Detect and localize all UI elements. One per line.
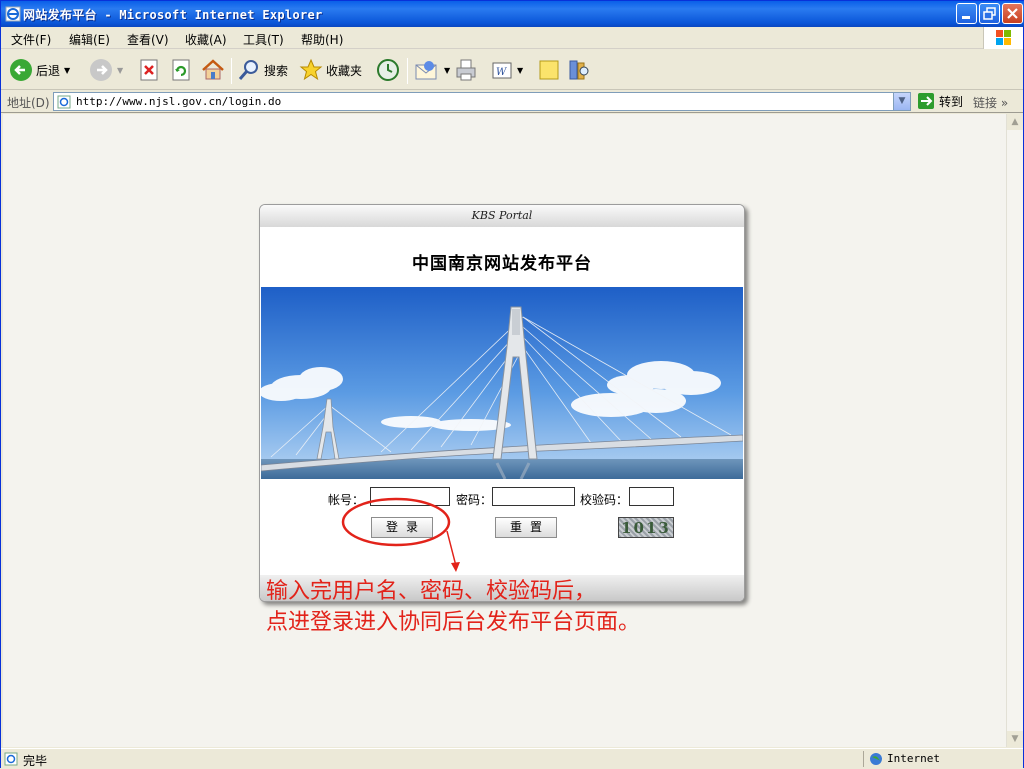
edit-dropdown-icon[interactable]: ▼	[517, 66, 523, 75]
forward-button[interactable]: ▼	[89, 56, 123, 84]
discuss-button[interactable]	[537, 56, 561, 84]
page-icon	[57, 95, 71, 109]
mail-button[interactable]: ▼	[414, 56, 450, 84]
favorites-label: 收藏夹	[326, 63, 363, 78]
windows-logo	[983, 27, 1023, 49]
forward-dropdown-icon[interactable]: ▼	[117, 66, 123, 75]
captcha-image[interactable]: 1013	[618, 517, 674, 538]
status-divider	[863, 751, 864, 767]
refresh-button[interactable]	[170, 56, 192, 84]
bridge-illustration	[261, 287, 743, 479]
menu-file[interactable]: 文件(F)	[11, 31, 51, 48]
password-input[interactable]	[492, 487, 575, 506]
printer-icon	[456, 59, 476, 81]
title-bar[interactable]: 网站发布平台 - Microsoft Internet Explorer	[1, 1, 1024, 27]
history-button[interactable]	[375, 56, 401, 84]
go-label: 转到	[939, 94, 964, 109]
ie-icon	[5, 6, 21, 22]
edit-word-button[interactable]: W ▼	[491, 56, 523, 84]
close-icon	[1007, 8, 1018, 19]
restore-button[interactable]	[979, 3, 1000, 24]
standard-toolbar: 后退 ▼ ▼ 搜索 收藏夹 ▼ W ▼	[1, 50, 1023, 90]
home-button[interactable]	[201, 56, 225, 84]
browser-window: 网站发布平台 - Microsoft Internet Explorer 文件(…	[0, 0, 1024, 768]
forward-arrow-icon	[90, 59, 112, 81]
captcha-input[interactable]	[629, 487, 674, 506]
windows-flag-icon	[996, 30, 1011, 45]
links-label: 链接	[973, 96, 998, 110]
minimize-icon	[962, 16, 970, 19]
page-done-icon	[4, 752, 18, 766]
toolbar-separator	[407, 58, 408, 84]
account-input[interactable]	[370, 487, 450, 506]
address-bar: 地址(D) http://www.njsl.gov.cn/login.do ▼ …	[1, 91, 1023, 113]
restore-icon	[983, 7, 996, 20]
stop-button[interactable]	[138, 56, 160, 84]
status-bar: 完毕 Internet	[1, 748, 1023, 768]
window-title: 网站发布平台 - Microsoft Internet Explorer	[23, 8, 323, 22]
search-label: 搜索	[264, 63, 289, 78]
history-icon	[377, 59, 399, 81]
captcha-label: 校验码：	[580, 493, 629, 507]
security-zone-label: Internet	[887, 752, 940, 765]
search-icon	[238, 60, 258, 80]
note-icon	[539, 60, 559, 80]
scroll-up-icon[interactable]: ▲	[1007, 114, 1023, 130]
menu-help[interactable]: 帮助(H)	[301, 31, 343, 48]
annotation-text: 输入完用户名、密码、校验码后， 点进登录进入协同后台发布平台页面。	[266, 576, 640, 638]
stop-icon	[140, 59, 158, 81]
address-label: 地址(D)	[7, 96, 50, 110]
annotation-line-1: 输入完用户名、密码、校验码后，	[266, 579, 597, 604]
internet-globe-icon	[870, 753, 882, 765]
favorites-star-icon	[299, 58, 323, 81]
favorites-button[interactable]: 收藏夹	[299, 56, 362, 84]
refresh-icon	[172, 59, 190, 81]
toolbar-separator	[231, 58, 232, 84]
address-dropdown-icon[interactable]: ▼	[893, 93, 910, 110]
research-button[interactable]	[567, 56, 591, 84]
login-panel: KBS Portal 中国南京网站发布平台 帐号： 密码： 校验码： 登录 重置…	[259, 204, 745, 602]
address-url[interactable]: http://www.njsl.gov.cn/login.do	[76, 95, 281, 108]
back-dropdown-icon[interactable]: ▼	[64, 66, 70, 75]
account-label: 帐号：	[328, 493, 365, 507]
address-input[interactable]: http://www.njsl.gov.cn/login.do ▼	[53, 92, 911, 111]
portal-header: KBS Portal	[260, 205, 744, 227]
links-button[interactable]: 链接 »	[973, 94, 1008, 111]
reset-button[interactable]: 重置	[495, 517, 557, 538]
back-button[interactable]: 后退 ▼	[9, 56, 70, 84]
login-form: 帐号： 密码： 校验码：	[260, 487, 744, 511]
word-edit-icon: W	[492, 62, 512, 79]
mail-icon	[415, 61, 437, 80]
menu-favorites[interactable]: 收藏(A)	[185, 31, 227, 48]
minimize-button[interactable]	[956, 3, 977, 24]
chevron-right-icon: »	[1000, 96, 1009, 110]
status-text: 完毕	[23, 754, 48, 768]
menu-tools[interactable]: 工具(T)	[243, 31, 284, 48]
menu-edit[interactable]: 编辑(E)	[69, 31, 110, 48]
password-label: 密码：	[456, 493, 493, 507]
print-button[interactable]	[454, 56, 478, 84]
menu-bar: 文件(F) 编辑(E) 查看(V) 收藏(A) 工具(T) 帮助(H)	[1, 27, 1023, 49]
menu-view[interactable]: 查看(V)	[127, 31, 169, 48]
back-label: 后退	[36, 63, 61, 78]
search-button[interactable]: 搜索	[237, 56, 288, 84]
go-arrow-icon	[918, 93, 934, 109]
mail-dropdown-icon[interactable]: ▼	[444, 66, 450, 75]
close-button[interactable]	[1002, 3, 1023, 24]
back-arrow-icon	[10, 59, 32, 81]
scroll-down-icon[interactable]: ▼	[1007, 731, 1023, 747]
home-icon	[202, 59, 224, 80]
go-button[interactable]: 转到	[917, 92, 963, 110]
portal-title: 中国南京网站发布平台	[412, 254, 592, 274]
svg-text:W: W	[496, 67, 507, 78]
research-books-icon	[569, 60, 589, 80]
vertical-scrollbar[interactable]: ▲ ▼	[1006, 114, 1023, 747]
login-button[interactable]: 登录	[371, 517, 433, 538]
bridge-banner-image	[261, 287, 743, 479]
annotation-line-2: 点进登录进入协同后台发布平台页面。	[266, 610, 641, 635]
